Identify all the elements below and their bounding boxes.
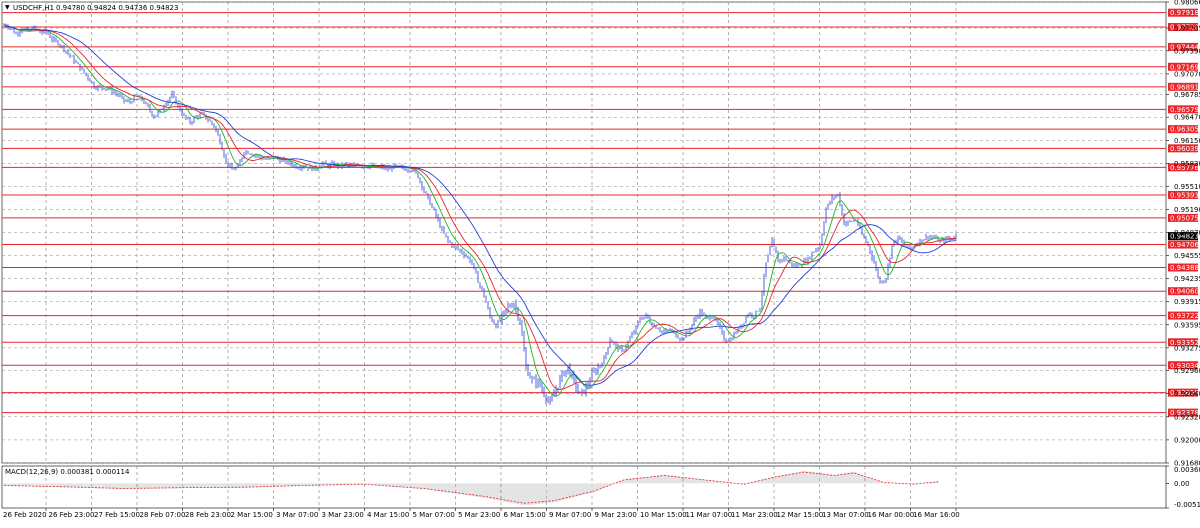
level-label: 0.95393 [1170, 191, 1199, 199]
macd-label: MACD(12,26,9) 0.000381 0.000114 [5, 468, 130, 476]
x-tick-label: 12 Mar 15:00 [777, 511, 824, 519]
vertical-grid [45, 2, 957, 508]
y-tick-label: 0.96785 [1174, 91, 1200, 99]
macd-y-tick-label: 0.003603 [1174, 466, 1200, 474]
x-tick-label: 9 Mar 23:00 [595, 511, 637, 519]
y-tick-label: 0.95510 [1174, 183, 1200, 191]
y-tick-label: 0.96150 [1174, 137, 1200, 145]
x-tick-label: 2 Mar 15:00 [231, 511, 273, 519]
x-tick-label: 13 Mar 07:00 [822, 511, 869, 519]
y-tick-label: 0.94555 [1174, 252, 1200, 260]
x-tick-label: 16 Mar 16:00 [913, 511, 960, 519]
y-tick-label: 0.92960 [1174, 367, 1200, 375]
y-tick-label: 0.98066 [1174, 0, 1200, 7]
moving-averages [3, 24, 957, 397]
x-tick-label: 11 Mar 23:00 [731, 511, 778, 519]
y-tick-label: 0.97390 [1174, 47, 1200, 55]
level-label: 0.95075 [1170, 214, 1199, 222]
level-label: 0.96579 [1170, 106, 1199, 114]
level-label: 0.94060 [1170, 288, 1199, 296]
x-tick-label: 26 Feb 23:00 [49, 511, 95, 519]
y-tick-label: 0.92000 [1174, 436, 1200, 444]
level-label: 0.96305 [1170, 126, 1199, 134]
x-tick-label: 5 Mar 07:00 [413, 511, 455, 519]
y-tick-label: 0.97070 [1174, 70, 1200, 78]
x-tick-label: 28 Feb 23:00 [185, 511, 231, 519]
ohlc-label: 0.94780 0.94824 0.94736 0.94823 [56, 4, 178, 12]
x-tick-label: 3 Mar 07:00 [276, 511, 318, 519]
level-label: 0.94388 [1170, 264, 1199, 272]
x-tick-label: 16 Mar 00:00 [868, 511, 915, 519]
x-axis: 26 Feb 2020 26 Feb 23:00 27 Feb 15:00 28 Fe… [3, 508, 960, 519]
x-tick-label: 26 Feb 2020 [3, 511, 47, 519]
ma-slow-line [3, 24, 957, 386]
y-tick-label: 0.93275 [1174, 344, 1200, 352]
horizontal-levels: 0.979180.977200.974440.971690.968910.965… [2, 8, 1199, 417]
x-tick-label: 9 Mar 07:00 [549, 511, 591, 519]
macd-y-tick-label: 0.00 [1174, 480, 1190, 488]
x-tick-label: 27 Feb 15:00 [94, 511, 140, 519]
level-label: 0.94706 [1170, 241, 1199, 249]
y-tick-label: 0.93915 [1174, 298, 1200, 306]
level-label: 0.93722 [1170, 312, 1199, 320]
y-tick-label: 0.95830 [1174, 160, 1200, 168]
x-tick-label: 11 Mar 07:00 [686, 511, 733, 519]
macd-y-tick-label: -0.005135 [1174, 501, 1200, 509]
y-tick-label: 0.94870 [1174, 229, 1200, 237]
y-tick-label: 0.93595 [1174, 321, 1200, 329]
chart-window: 0.97918 0.97720 0.97444 0.97169 0.96891 0.965… [0, 0, 1200, 524]
symbol-dropdown-icon[interactable]: ▼ [5, 4, 10, 11]
ma-fast-line [3, 24, 957, 397]
y-tick-label: 0.92320 [1174, 413, 1200, 421]
x-tick-label: 10 Mar 15:00 [640, 511, 687, 519]
y-tick-label: 0.95190 [1174, 206, 1200, 214]
y-tick-label: 0.96470 [1174, 114, 1200, 122]
x-tick-label: 5 Mar 23:00 [458, 511, 500, 519]
level-label: 0.96039 [1170, 145, 1199, 153]
price-chart[interactable]: 0.979180.977200.974440.971690.968910.965… [0, 0, 1200, 524]
level-label: 0.97918 [1170, 9, 1199, 17]
x-tick-label: 4 Mar 15:00 [367, 511, 409, 519]
x-tick-label: 3 Mar 23:00 [322, 511, 364, 519]
y-axis: 0.98066 0.97705 0.97390 0.97070 0.96785 0.964… [1166, 0, 1200, 509]
y-tick-label: 0.97705 [1174, 25, 1200, 33]
y-tick-label: 0.94235 [1174, 275, 1200, 283]
macd-histogram [3, 470, 939, 506]
ma-mid-line [3, 24, 956, 390]
x-tick-label: 28 Feb 07:00 [140, 511, 186, 519]
x-tick-label: 6 Mar 15:00 [504, 511, 546, 519]
y-tick-label: 0.92640 [1174, 390, 1200, 398]
symbol-label: USDCHF,H1 [13, 4, 54, 12]
